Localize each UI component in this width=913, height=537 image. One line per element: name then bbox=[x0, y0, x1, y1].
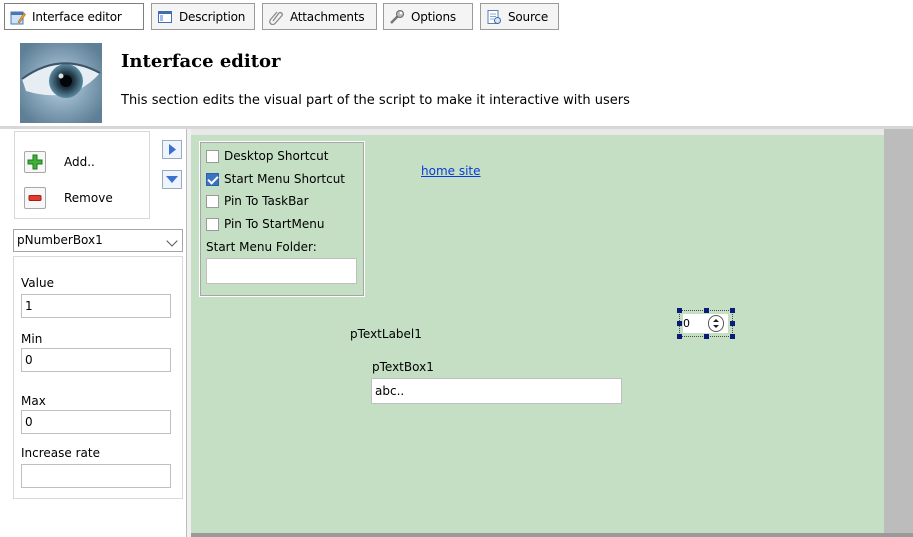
text-box-1[interactable]: abc.. bbox=[371, 378, 622, 404]
move-down-button[interactable] bbox=[162, 170, 182, 189]
property-label-value: Value bbox=[21, 276, 54, 290]
number-spinner[interactable] bbox=[708, 315, 724, 332]
spin-arrows-icon bbox=[713, 319, 719, 328]
eye-icon bbox=[20, 43, 102, 123]
chevron-down-icon bbox=[166, 235, 178, 247]
checkbox-box bbox=[206, 194, 219, 208]
move-right-button[interactable] bbox=[162, 140, 182, 159]
tab-label: Source bbox=[508, 9, 549, 24]
checkbox-box bbox=[206, 149, 219, 163]
resize-handle-se[interactable] bbox=[730, 334, 735, 339]
checkbox-box bbox=[206, 217, 219, 231]
checkbox-box-checked bbox=[206, 172, 219, 186]
resize-handle-sw[interactable] bbox=[677, 334, 682, 339]
add-button-label: Add.. bbox=[64, 155, 95, 169]
tab-source[interactable]: Source bbox=[480, 3, 559, 30]
source-icon bbox=[486, 9, 502, 25]
description-icon bbox=[157, 9, 173, 25]
text-label-1[interactable]: pTextLabel1 bbox=[350, 327, 422, 341]
checkbox-label: Desktop Shortcut bbox=[224, 149, 329, 163]
start-menu-shortcut-checkbox[interactable]: Start Menu Shortcut bbox=[206, 171, 345, 187]
resize-handle-nw[interactable] bbox=[677, 308, 682, 313]
resize-handle-e[interactable] bbox=[730, 321, 735, 326]
tab-options[interactable]: Options bbox=[383, 3, 473, 30]
max-input[interactable]: 0 bbox=[21, 410, 171, 434]
property-box bbox=[13, 256, 183, 499]
value-input[interactable]: 1 bbox=[21, 294, 171, 318]
resize-handle-n[interactable] bbox=[704, 308, 709, 313]
play-right-icon bbox=[169, 144, 176, 155]
tab-label: Attachments bbox=[290, 9, 365, 24]
component-select[interactable]: pNumberBox1 bbox=[13, 229, 183, 252]
start-menu-folder-input[interactable] bbox=[206, 258, 357, 284]
page-description: This section edits the visual part of th… bbox=[121, 93, 630, 108]
paperclip-icon bbox=[268, 9, 284, 25]
pin-to-startmenu-checkbox[interactable]: Pin To StartMenu bbox=[206, 216, 324, 232]
interface-editor-icon bbox=[10, 9, 26, 25]
canvas-top-frame bbox=[191, 129, 913, 135]
add-button[interactable]: Add.. bbox=[24, 151, 95, 173]
checkbox-label: Pin To StartMenu bbox=[224, 217, 325, 231]
canvas-bottom-border bbox=[191, 533, 913, 537]
property-label-increase-rate: Increase rate bbox=[21, 446, 100, 460]
remove-button[interactable]: Remove bbox=[24, 187, 113, 209]
checkbox-label: Start Menu Shortcut bbox=[224, 172, 346, 186]
number-box-value: 0 bbox=[683, 317, 690, 330]
tab-label: Description bbox=[179, 9, 246, 24]
minus-icon bbox=[24, 187, 46, 209]
start-menu-folder-label: Start Menu Folder: bbox=[206, 240, 317, 254]
increase-rate-input[interactable] bbox=[21, 464, 171, 488]
min-input[interactable]: 0 bbox=[21, 348, 171, 372]
canvas-scrollbar[interactable] bbox=[884, 129, 913, 537]
tab-bar: Interface editor Description Attachments… bbox=[0, 0, 913, 34]
component-select-value: pNumberBox1 bbox=[17, 233, 103, 247]
tab-attachments[interactable]: Attachments bbox=[262, 3, 377, 30]
page-title: Interface editor bbox=[121, 51, 281, 72]
wrench-icon bbox=[389, 9, 405, 25]
desktop-shortcut-checkbox[interactable]: Desktop Shortcut bbox=[206, 148, 328, 164]
checkbox-label: Pin To TaskBar bbox=[224, 194, 309, 208]
tab-label: Interface editor bbox=[32, 9, 122, 24]
resize-handle-ne[interactable] bbox=[730, 308, 735, 313]
resize-handle-w[interactable] bbox=[677, 321, 682, 326]
tab-interface-editor[interactable]: Interface editor bbox=[4, 3, 144, 30]
home-site-link[interactable]: home site bbox=[421, 164, 481, 178]
plus-icon bbox=[24, 151, 46, 173]
tab-description[interactable]: Description bbox=[151, 3, 255, 30]
property-label-max: Max bbox=[21, 394, 46, 408]
property-label-min: Min bbox=[21, 332, 43, 346]
pin-to-taskbar-checkbox[interactable]: Pin To TaskBar bbox=[206, 193, 309, 209]
play-down-icon bbox=[166, 176, 178, 183]
text-box-caption[interactable]: pTextBox1 bbox=[372, 360, 434, 374]
remove-button-label: Remove bbox=[64, 191, 113, 205]
tab-label: Options bbox=[411, 9, 456, 24]
resize-handle-s[interactable] bbox=[704, 334, 709, 339]
